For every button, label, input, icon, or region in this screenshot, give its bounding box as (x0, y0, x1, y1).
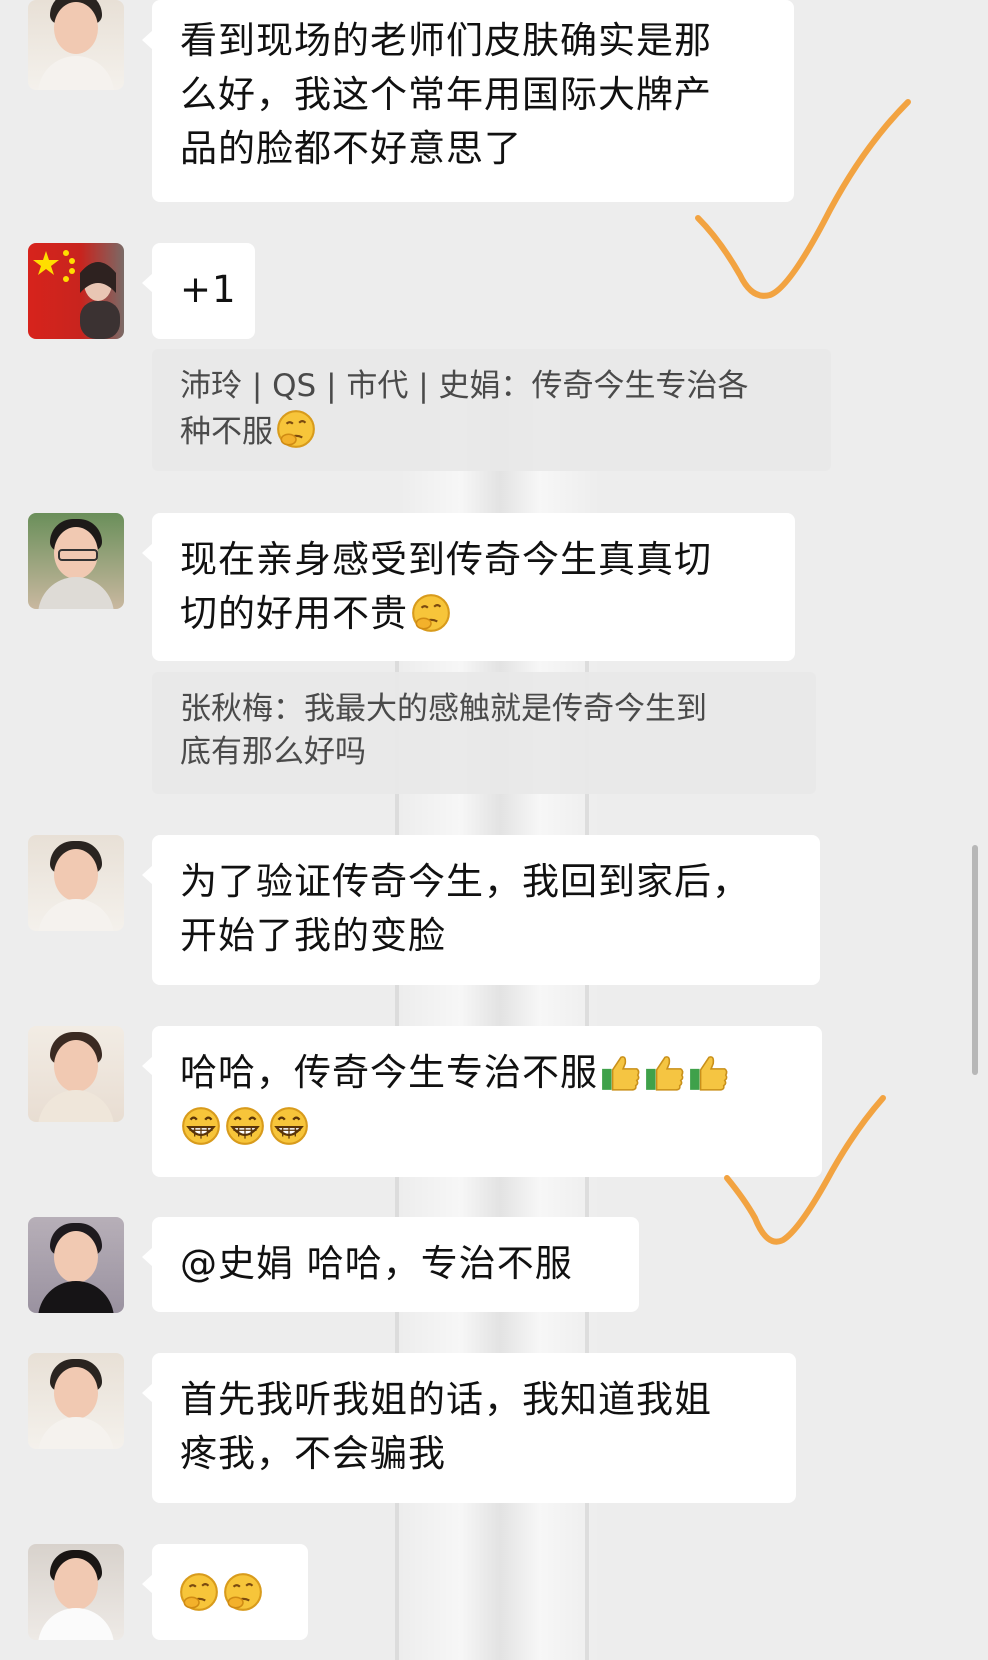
woman-pose-avatar[interactable] (28, 1026, 124, 1122)
woman-fur-collar-avatar[interactable] (28, 1353, 124, 1449)
message-text: 为了验证传奇今生，我回到家后， (180, 860, 750, 903)
quote-text: 种不服 (180, 414, 273, 450)
message-text: 切的好用不贵 (180, 592, 408, 635)
thinking-face-icon (277, 410, 315, 448)
message-bubble[interactable]: @史娟 哈哈，专治不服 (142, 1217, 639, 1312)
thumbs-up-icon (646, 1056, 684, 1091)
woman-white-top-avatar[interactable] (28, 1544, 124, 1640)
orange-check-icon (724, 1095, 886, 1245)
thinking-face-icon (180, 1573, 218, 1611)
message-bubble[interactable]: 为了验证传奇今生，我回到家后， 开始了我的变脸 (142, 835, 820, 985)
message-bubble[interactable]: 现在亲身感受到传奇今生真真切 切的好用不贵 (142, 513, 795, 661)
woman-glasses-avatar[interactable] (28, 513, 124, 609)
grinning-face-icon (226, 1107, 264, 1145)
message-text: 哈哈，传奇今生专治不服 (180, 1051, 598, 1094)
orange-check-icon (695, 99, 911, 299)
message-text: 疼我，不会骗我 (180, 1432, 446, 1475)
message-text: 开始了我的变脸 (180, 914, 446, 957)
thinking-face-icon (412, 594, 450, 632)
quote-text: 张秋梅：我最大的感触就是传奇今生到 (180, 691, 707, 727)
message-text: +1 (180, 268, 237, 311)
woman-fur-collar-avatar[interactable] (28, 0, 124, 90)
message-bubble[interactable]: 首先我听我姐的话，我知道我姐 疼我，不会骗我 (142, 1353, 796, 1503)
flag-stars-icon (33, 250, 120, 339)
scrollbar[interactable] (972, 845, 978, 1075)
thinking-face-icon (224, 1573, 262, 1611)
grinning-face-icon (182, 1107, 220, 1145)
message-text: @史娟 哈哈，专治不服 (180, 1242, 573, 1285)
message-text: 现在亲身感受到传奇今生真真切 (180, 538, 712, 581)
message-text: 品的脸都不好意思了 (180, 127, 522, 170)
chinese-flag-avatar[interactable] (28, 243, 124, 339)
message-text: 看到现场的老师们皮肤确实是那 (180, 19, 712, 62)
woman-fur-collar-avatar[interactable] (28, 835, 124, 931)
quoted-message[interactable]: 沛玲 | QS | 市代 | 史娟：传奇今生专治各 种不服 (152, 349, 831, 471)
thumbs-up-icon (602, 1056, 640, 1091)
quoted-message[interactable]: 张秋梅：我最大的感触就是传奇今生到 底有那么好吗 (152, 672, 816, 794)
thumbs-up-icon (690, 1056, 728, 1091)
message-bubble[interactable] (142, 1544, 308, 1640)
quote-text: 沛玲 | QS | 市代 | 史娟：传奇今生专治各 (180, 368, 749, 404)
woman-black-dress-avatar[interactable] (28, 1217, 124, 1313)
grinning-face-icon (270, 1107, 308, 1145)
message-bubble[interactable]: +1 (142, 243, 255, 339)
quote-text: 底有那么好吗 (180, 734, 366, 770)
message-text: 首先我听我姐的话，我知道我姐 (180, 1378, 712, 1421)
message-text: 么好，我这个常年用国际大牌产 (180, 73, 712, 116)
